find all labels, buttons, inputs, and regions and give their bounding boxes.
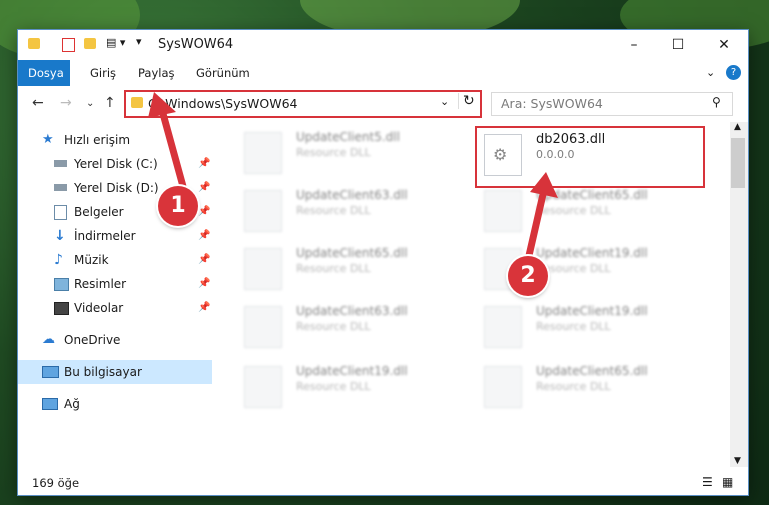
step-badge-1: 1	[158, 186, 198, 226]
arrow-1-head	[148, 92, 176, 118]
arrow-2-head	[530, 172, 558, 198]
arrow-1	[158, 106, 188, 194]
annotation-arrows	[148, 92, 558, 264]
step-badge-2: 2	[508, 256, 548, 296]
arrow-2	[524, 186, 548, 264]
